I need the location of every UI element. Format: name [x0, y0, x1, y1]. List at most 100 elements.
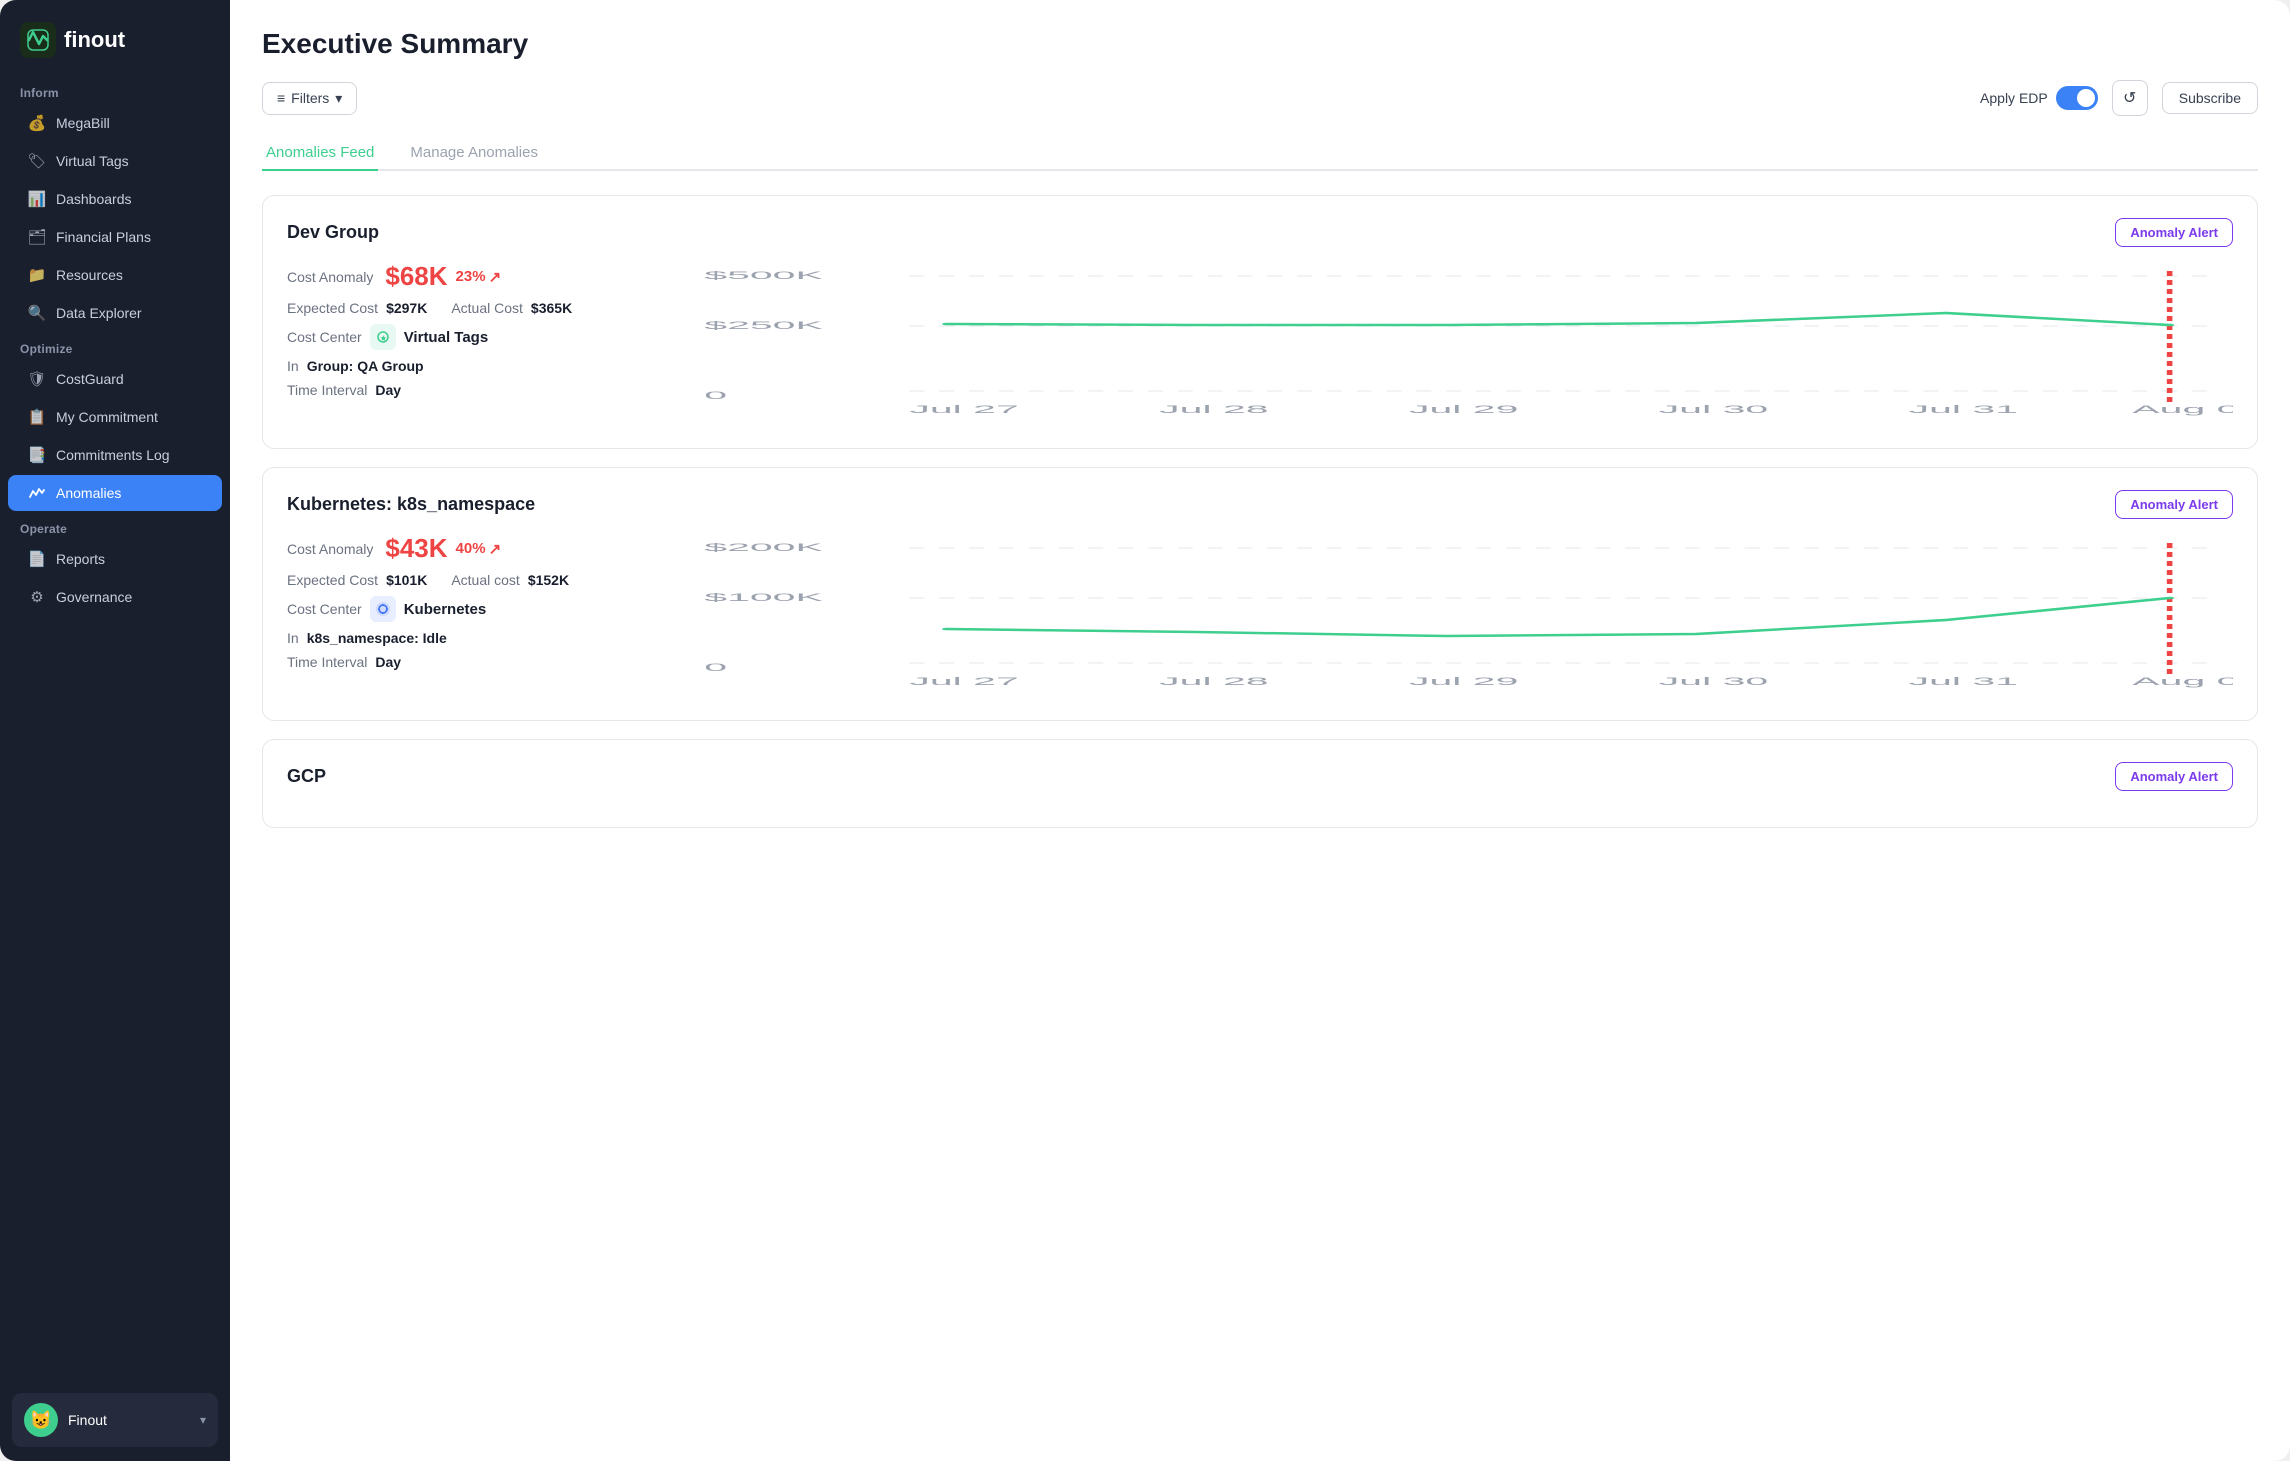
sidebar-item-commitments-log[interactable]: 📑 Commitments Log — [8, 437, 222, 473]
refresh-button[interactable]: ↺ — [2112, 80, 2148, 116]
svg-text:Jul 31: Jul 31 — [1909, 675, 2018, 687]
filters-label: Filters — [291, 90, 329, 106]
card-chart-dev-group: $500K $250K 0 Jul 27 Jul 28 Jul 29 — [667, 261, 2233, 426]
filters-chevron-icon: ▾ — [335, 90, 342, 107]
subscribe-label: Subscribe — [2179, 90, 2241, 106]
card-title-kubernetes: Kubernetes: k8s_namespace — [287, 494, 535, 515]
sidebar-logo: finout — [0, 0, 230, 76]
finout-logo-icon — [20, 22, 56, 58]
anomaly-alert-button-gcp[interactable]: Anomaly Alert — [2115, 762, 2233, 791]
sidebar-item-costguard-label: CostGuard — [56, 371, 124, 387]
apply-edp-container: Apply EDP — [1980, 86, 2098, 110]
sidebar-item-megabill-label: MegaBill — [56, 115, 110, 131]
virtual-tags-icon: 🏷 — [28, 152, 46, 170]
card-body-kubernetes: Cost Anomaly $43K 40% ↗ Expected Cost $1… — [287, 533, 2233, 698]
megabill-icon: 💰 — [28, 114, 46, 132]
financial-plans-icon: 🗂 — [28, 228, 46, 246]
anomaly-card-gcp: GCP Anomaly Alert — [262, 739, 2258, 828]
card-chart-kubernetes: $200K $100K 0 Jul 27 Jul 28 Jul 29 — [667, 533, 2233, 698]
anomalies-icon — [28, 484, 46, 502]
my-commitment-icon: 📋 — [28, 408, 46, 426]
card-title-dev-group: Dev Group — [287, 222, 379, 243]
chevron-down-icon: ▾ — [200, 1413, 206, 1427]
svg-text:0: 0 — [704, 389, 727, 401]
sidebar-item-my-commitment-label: My Commitment — [56, 409, 158, 425]
sidebar-item-governance[interactable]: ⚙ Governance — [8, 579, 222, 615]
section-inform: Inform — [0, 76, 230, 104]
section-operate: Operate — [0, 512, 230, 540]
svg-text:Jul 29: Jul 29 — [1409, 675, 1518, 687]
sidebar-item-data-explorer[interactable]: 🔍 Data Explorer — [8, 295, 222, 331]
data-explorer-icon: 🔍 — [28, 304, 46, 322]
sidebar-item-megabill[interactable]: 💰 MegaBill — [8, 105, 222, 141]
sidebar-item-costguard[interactable]: 🛡 CostGuard — [8, 361, 222, 397]
sidebar-item-financial-plans-label: Financial Plans — [56, 229, 151, 245]
user-menu[interactable]: 😺 Finout ▾ — [12, 1393, 218, 1447]
cost-center-icon — [370, 324, 396, 350]
expected-cost-row-k8s: Expected Cost $101K Actual cost $152K — [287, 572, 667, 588]
arrow-up-icon: ↗ — [489, 268, 502, 286]
sidebar-item-dashboards[interactable]: 📊 Dashboards — [8, 181, 222, 217]
svg-text:Jul 30: Jul 30 — [1659, 403, 1768, 415]
chart-svg-dev-group: $500K $250K 0 Jul 27 Jul 28 Jul 29 — [667, 261, 2233, 421]
sidebar-item-anomalies-label: Anomalies — [56, 485, 121, 501]
in-row-k8s: In k8s_namespace: Idle — [287, 630, 667, 646]
time-interval-row-k8s: Time Interval Day — [287, 654, 667, 670]
card-body-dev-group: Cost Anomaly $68K 23% ↗ Expected Cost $2… — [287, 261, 2233, 426]
sidebar-item-virtual-tags-label: Virtual Tags — [56, 153, 129, 169]
svg-text:Jul 29: Jul 29 — [1409, 403, 1518, 415]
cost-center-row: Cost Center Virtual Tags — [287, 324, 667, 350]
tab-anomalies-feed[interactable]: Anomalies Feed — [262, 136, 378, 171]
commitments-log-icon: 📑 — [28, 446, 46, 464]
tabs: Anomalies Feed Manage Anomalies — [262, 136, 2258, 171]
sidebar-item-data-explorer-label: Data Explorer — [56, 305, 142, 321]
anomaly-alert-button-dev-group[interactable]: Anomaly Alert — [2115, 218, 2233, 247]
apply-edp-label: Apply EDP — [1980, 90, 2048, 106]
cost-center-row-k8s: Cost Center Kubernetes — [287, 596, 667, 622]
section-optimize: Optimize — [0, 332, 230, 360]
toolbar-right: Apply EDP ↺ Subscribe — [1980, 80, 2258, 116]
arrow-up-icon-k8s: ↗ — [489, 540, 502, 558]
svg-text:$500K: $500K — [704, 269, 823, 281]
anomaly-card-dev-group: Dev Group Anomaly Alert Cost Anomaly $68… — [262, 195, 2258, 449]
svg-text:Jul 31: Jul 31 — [1909, 403, 2018, 415]
svg-text:Jul 28: Jul 28 — [1159, 403, 1268, 415]
svg-text:Aug 01: Aug 01 — [2132, 675, 2233, 687]
card-info-kubernetes: Cost Anomaly $43K 40% ↗ Expected Cost $1… — [287, 533, 667, 698]
governance-icon: ⚙ — [28, 588, 46, 606]
edp-toggle[interactable] — [2056, 86, 2098, 110]
svg-text:$200K: $200K — [704, 541, 823, 553]
card-header-kubernetes: Kubernetes: k8s_namespace Anomaly Alert — [287, 490, 2233, 519]
sidebar-item-resources[interactable]: 📁 Resources — [8, 257, 222, 293]
avatar: 😺 — [24, 1403, 58, 1437]
sidebar-item-anomalies[interactable]: Anomalies — [8, 475, 222, 511]
sidebar-item-governance-label: Governance — [56, 589, 132, 605]
card-header-dev-group: Dev Group Anomaly Alert — [287, 218, 2233, 247]
tab-manage-anomalies[interactable]: Manage Anomalies — [406, 136, 542, 171]
kubernetes-icon — [370, 596, 396, 622]
sidebar-item-commitments-log-label: Commitments Log — [56, 447, 170, 463]
svg-text:Jul 30: Jul 30 — [1659, 675, 1768, 687]
refresh-icon: ↺ — [2123, 88, 2136, 108]
svg-text:Jul 27: Jul 27 — [909, 403, 1018, 415]
svg-text:$100K: $100K — [704, 591, 823, 603]
subscribe-button[interactable]: Subscribe — [2162, 82, 2258, 114]
anomaly-alert-button-kubernetes[interactable]: Anomaly Alert — [2115, 490, 2233, 519]
svg-text:$250K: $250K — [704, 319, 823, 331]
sidebar-item-reports-label: Reports — [56, 551, 105, 567]
card-info-dev-group: Cost Anomaly $68K 23% ↗ Expected Cost $2… — [287, 261, 667, 426]
sidebar-item-financial-plans[interactable]: 🗂 Financial Plans — [8, 219, 222, 255]
expected-cost-row: Expected Cost $297K Actual Cost $365K — [287, 300, 667, 316]
user-name: Finout — [68, 1412, 190, 1428]
filters-button[interactable]: ≡ Filters ▾ — [262, 82, 357, 115]
svg-text:Aug 01: Aug 01 — [2132, 403, 2233, 415]
sidebar-item-virtual-tags[interactable]: 🏷 Virtual Tags — [8, 143, 222, 179]
filter-icon: ≡ — [277, 90, 285, 106]
sidebar-item-my-commitment[interactable]: 📋 My Commitment — [8, 399, 222, 435]
anomaly-card-kubernetes: Kubernetes: k8s_namespace Anomaly Alert … — [262, 467, 2258, 721]
cost-anomaly-row-k8s: Cost Anomaly $43K 40% ↗ — [287, 533, 667, 564]
sidebar-item-reports[interactable]: 📄 Reports — [8, 541, 222, 577]
cost-anomaly-row: Cost Anomaly $68K 23% ↗ — [287, 261, 667, 292]
app-name: finout — [64, 27, 125, 53]
sidebar: finout Inform 💰 MegaBill 🏷 Virtual Tags … — [0, 0, 230, 1461]
